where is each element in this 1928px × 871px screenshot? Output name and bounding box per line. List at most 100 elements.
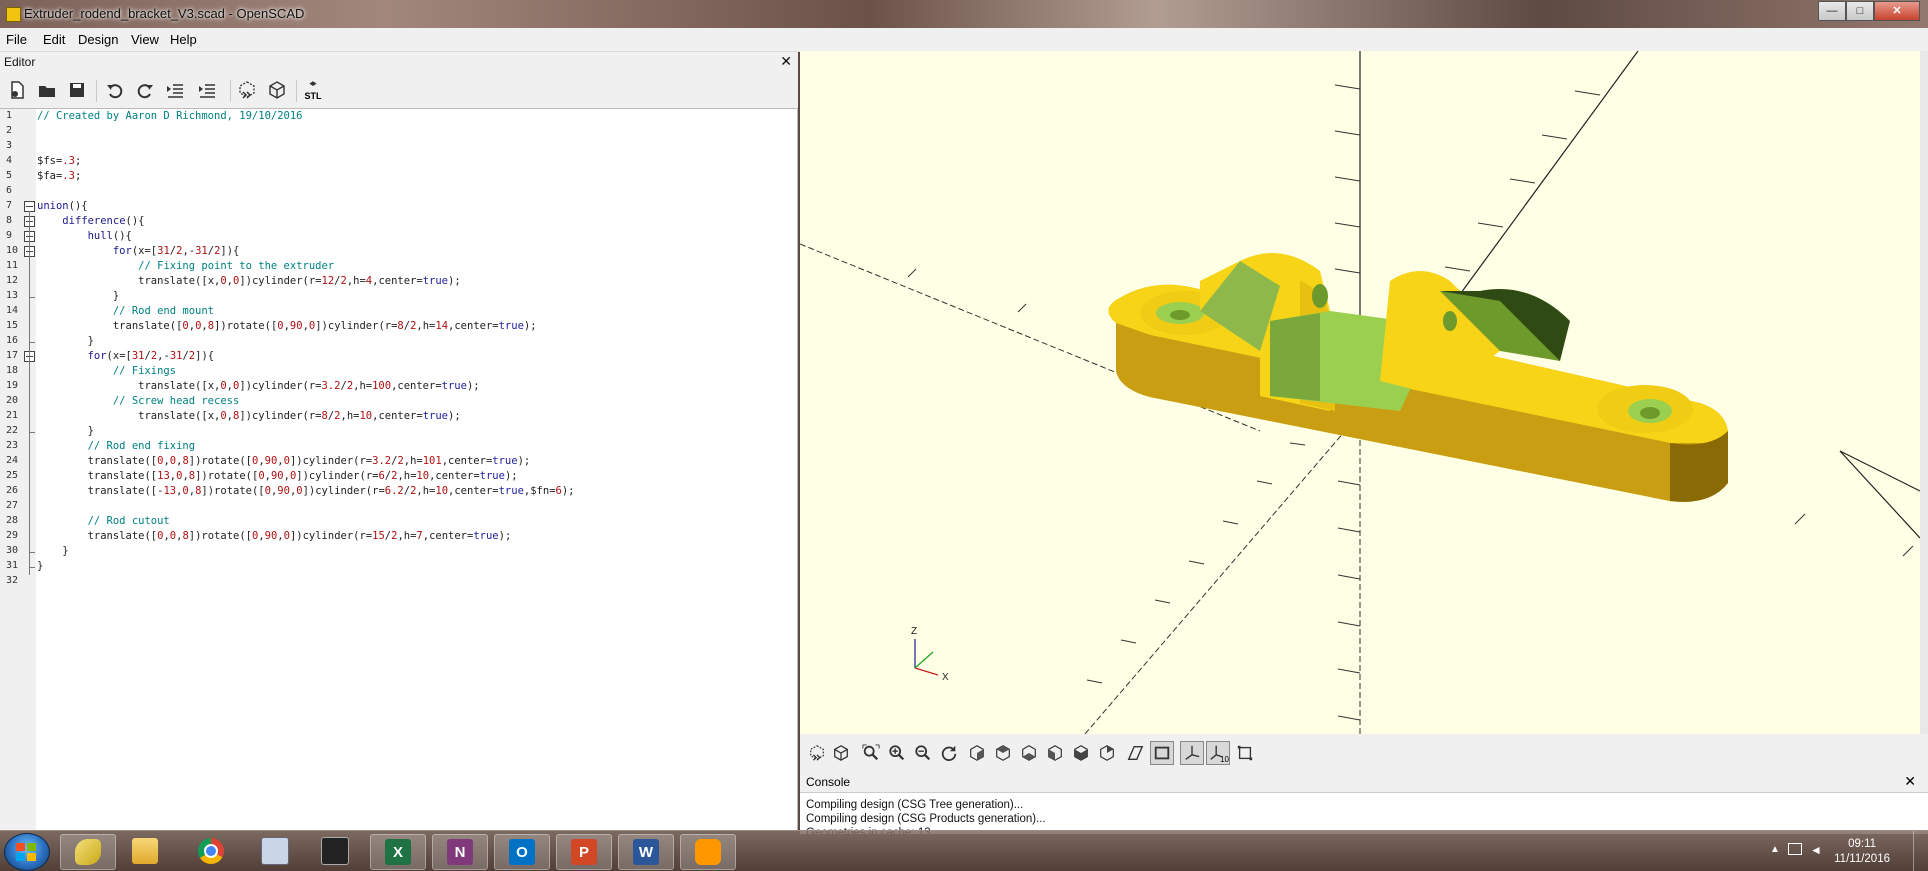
code-text: // Rod end mount (112, 305, 215, 317)
console-close-icon[interactable]: ✕ (1904, 773, 1916, 790)
code-line[interactable]: 5 $fa=.3; (0, 169, 797, 184)
3d-viewport[interactable]: Z X (800, 51, 1920, 734)
tray-expand-icon[interactable]: ▲ (1770, 844, 1780, 855)
taskbar-openscad[interactable] (60, 834, 116, 870)
taskbar-excel[interactable]: X (370, 834, 426, 870)
view-all-icon[interactable] (860, 742, 882, 764)
code-line[interactable]: 10 for(x=[31/2,-31/2]){ (0, 244, 797, 259)
line-number: 18 (6, 365, 19, 376)
code-line[interactable]: 16 } (0, 334, 797, 349)
code-line[interactable]: 3 (0, 139, 797, 154)
show-desktop-button[interactable] (1913, 831, 1928, 871)
code-editor[interactable]: 1 // Created by Aaron D Richmond, 19/10/2… (0, 108, 798, 831)
view-left-icon[interactable] (1044, 742, 1066, 764)
unindent-icon[interactable] (164, 79, 186, 101)
viewer-scrollbar[interactable] (1920, 51, 1928, 734)
minimize-button[interactable]: — (1818, 1, 1846, 21)
menu-bar: File Edit Design View Help (0, 28, 1928, 52)
taskbar-chrome[interactable] (184, 834, 238, 868)
save-file-icon[interactable] (66, 79, 88, 101)
code-line[interactable]: 28 // Rod cutout (0, 514, 797, 529)
taskbar-word[interactable]: W (618, 834, 674, 870)
code-line[interactable]: 4 $fs=.3; (0, 154, 797, 169)
code-line[interactable]: 6 (0, 184, 797, 199)
taskbar-sublime[interactable] (680, 834, 736, 870)
taskbar-outlook[interactable]: O (494, 834, 550, 870)
view-front-icon[interactable] (1070, 742, 1092, 764)
taskbar-calculator[interactable] (248, 834, 302, 868)
zoom-out-icon[interactable] (912, 742, 934, 764)
taskbar-file-explorer[interactable] (118, 834, 172, 868)
undo-icon[interactable] (104, 79, 126, 101)
close-window-button[interactable]: ✕ (1874, 1, 1920, 21)
maximize-button[interactable]: □ (1846, 1, 1874, 21)
code-line[interactable]: 20 // Screw head recess (0, 394, 797, 409)
code-line[interactable]: 8 difference(){ (0, 214, 797, 229)
menu-view[interactable]: View (131, 32, 159, 47)
view-right-icon[interactable] (966, 742, 988, 764)
code-line[interactable]: 9 hull(){ (0, 229, 797, 244)
code-line[interactable]: 19 translate([x,0,0])cylinder(r=3.2/2,h=… (0, 379, 797, 394)
zoom-in-icon[interactable] (886, 742, 908, 764)
code-line[interactable]: 15 translate([0,0,8])rotate([0,90,0])cyl… (0, 319, 797, 334)
menu-file[interactable]: File (6, 32, 27, 47)
editor-close-icon[interactable]: ✕ (780, 53, 792, 70)
preview-icon[interactable] (236, 79, 258, 101)
code-line[interactable]: 25 translate([13,0,8])rotate([0,90,0])cy… (0, 469, 797, 484)
reset-view-icon[interactable] (938, 742, 960, 764)
code-line[interactable]: 27 (0, 499, 797, 514)
code-line[interactable]: 7 union(){ (0, 199, 797, 214)
render-icon[interactable] (266, 79, 288, 101)
view-back-icon[interactable] (1096, 742, 1118, 764)
code-line[interactable]: 12 translate([x,0,0])cylinder(r=12/2,h=4… (0, 274, 797, 289)
code-line[interactable]: 21 translate([x,0,8])cylinder(r=8/2,h=10… (0, 409, 797, 424)
orthogonal-icon[interactable] (1150, 741, 1174, 765)
openscad-icon (75, 839, 101, 865)
code-line[interactable]: 17 for(x=[31/2,-31/2]){ (0, 349, 797, 364)
preview-icon[interactable] (806, 742, 828, 764)
code-text: // Fixing point to the extruder (138, 260, 335, 272)
code-line[interactable]: 31} (0, 559, 797, 574)
perspective-icon[interactable] (1124, 742, 1146, 764)
code-line[interactable]: 26 translate([-13,0,8])rotate([0,90,0])c… (0, 484, 797, 499)
code-line[interactable]: 13 } (0, 289, 797, 304)
render-icon[interactable] (830, 742, 852, 764)
code-line[interactable]: 30 } (0, 544, 797, 559)
menu-edit[interactable]: Edit (43, 32, 65, 47)
clock-time: 09:11 (1848, 838, 1877, 850)
view-bottom-icon[interactable] (1018, 742, 1040, 764)
code-line[interactable]: 1 // Created by Aaron D Richmond, 19/10/2… (0, 109, 797, 124)
taskbar-powerpoint[interactable]: P (556, 834, 612, 870)
open-file-icon[interactable] (36, 79, 58, 101)
positive-x-axis (1839, 450, 1920, 492)
menu-design[interactable]: Design (78, 32, 118, 47)
view-top-icon[interactable] (992, 742, 1014, 764)
show-axes-icon[interactable] (1180, 741, 1204, 765)
code-line[interactable]: 24 translate([0,0,8])rotate([0,90,0])cyl… (0, 454, 797, 469)
code-line[interactable]: 23 // Rod end fixing (0, 439, 797, 454)
taskbar-onenote[interactable]: N (432, 834, 488, 870)
code-line[interactable]: 11 // Fixing point to the extruder (0, 259, 797, 274)
fold-end-marker (29, 342, 35, 343)
redo-icon[interactable] (134, 79, 156, 101)
code-line[interactable]: 22 } (0, 424, 797, 439)
editor-panel: Editor ✕ STL 1 // Created by Aaron D Ric… (0, 52, 798, 831)
export-stl-icon[interactable]: STL (302, 79, 324, 101)
code-line[interactable]: 32 (0, 574, 797, 589)
line-number: 25 (6, 470, 19, 481)
network-icon[interactable] (1788, 843, 1802, 855)
new-file-icon[interactable] (6, 79, 28, 101)
volume-icon[interactable]: ◄ (1810, 843, 1822, 857)
start-button[interactable] (4, 833, 50, 871)
show-scale-markers-icon[interactable]: 10 (1206, 741, 1230, 765)
taskbar: X N O P W ▲ ◄ 09:11 11/11/2016 (0, 830, 1928, 871)
code-line[interactable]: 2 (0, 124, 797, 139)
code-line[interactable]: 29 translate([0,0,8])rotate([0,90,0])cyl… (0, 529, 797, 544)
taskbar-command-prompt[interactable] (308, 834, 362, 868)
code-line[interactable]: 18 // Fixings (0, 364, 797, 379)
menu-help[interactable]: Help (170, 32, 197, 47)
show-edges-icon[interactable] (1234, 742, 1256, 764)
indent-icon[interactable] (196, 79, 218, 101)
clock[interactable]: 09:11 11/11/2016 (1834, 837, 1890, 867)
code-line[interactable]: 14 // Rod end mount (0, 304, 797, 319)
